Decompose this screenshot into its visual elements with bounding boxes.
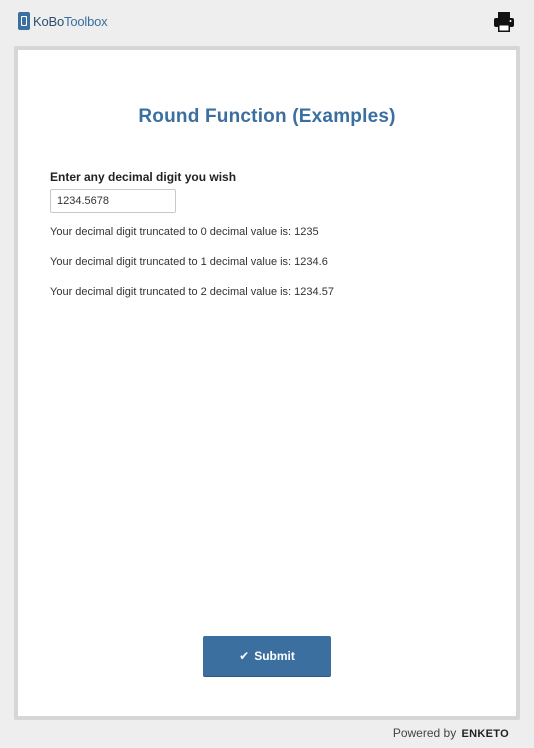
check-icon: ✔ (239, 649, 250, 663)
form-title: Round Function (Examples) (138, 106, 396, 127)
question-label: Enter any decimal digit you wish (50, 170, 237, 184)
form-card: Round Function (Examples) Enter any deci… (14, 46, 520, 720)
enketo-brand[interactable]: ENKETO (462, 728, 509, 740)
logo-text: KoBoToolbox (33, 13, 108, 29)
decimal-question: Enter any decimal digit you wish (50, 170, 237, 213)
printer-icon (494, 12, 514, 32)
print-button[interactable] (492, 10, 516, 34)
kobo-logo-icon (18, 12, 30, 30)
footer: Powered by ENKETO (0, 726, 509, 740)
decimal-input[interactable] (50, 189, 176, 213)
logo-toolbox-text: Toolbox (64, 13, 108, 29)
submit-button[interactable]: ✔ Submit (203, 636, 331, 676)
submit-label: Submit (254, 649, 295, 663)
logo-kobo-text: KoBo (33, 13, 65, 29)
top-bar: KoBoToolbox (0, 0, 534, 44)
note-round-1: Your decimal digit truncated to 1 decima… (50, 256, 328, 268)
note-round-2: Your decimal digit truncated to 2 decima… (50, 286, 334, 298)
note-round-0: Your decimal digit truncated to 0 decima… (50, 226, 319, 238)
kobotoolbox-logo[interactable]: KoBoToolbox (18, 11, 108, 31)
powered-by-text: Powered by (392, 726, 457, 740)
